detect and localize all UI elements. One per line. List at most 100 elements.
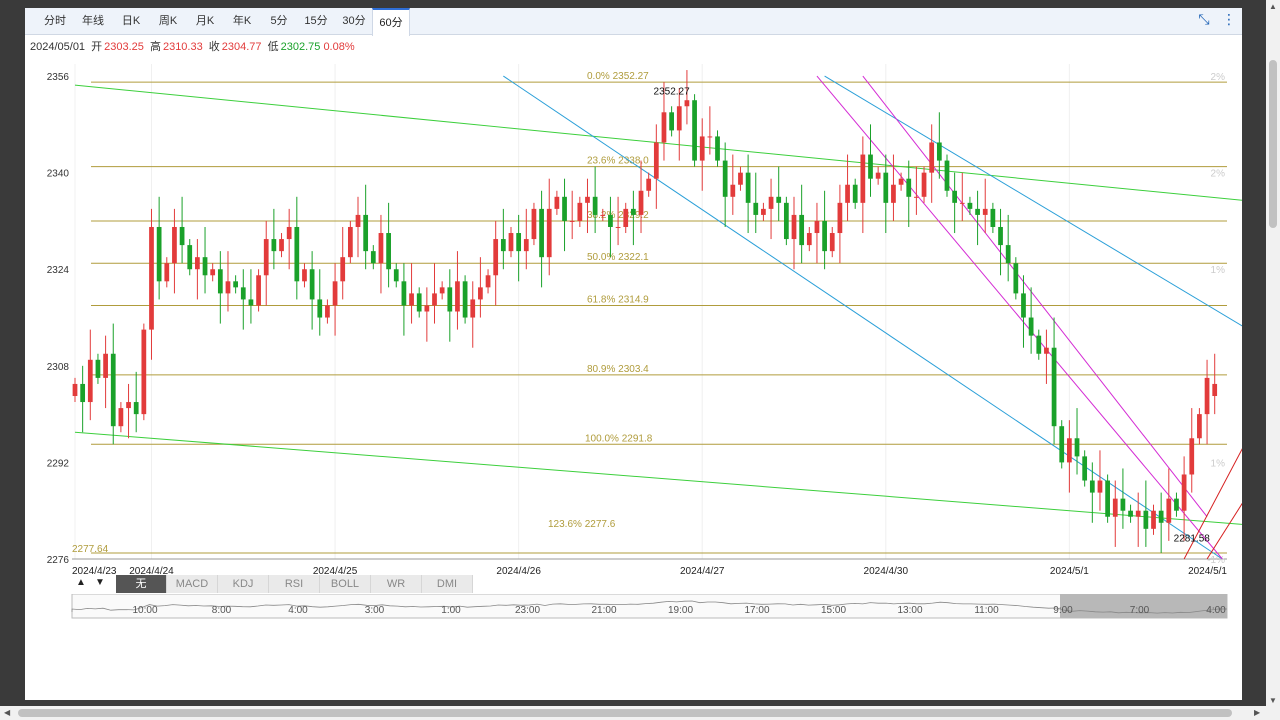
- candle-body: [822, 220, 827, 252]
- candle-body: [891, 184, 896, 203]
- candle-body: [263, 239, 269, 276]
- candle-body: [1036, 335, 1042, 354]
- indicator-tab-kdj[interactable]: KDJ: [218, 575, 269, 593]
- y-tick-label: 2340: [47, 169, 70, 180]
- vertical-scroll-thumb[interactable]: [1269, 60, 1277, 228]
- pct-label: 1%: [1211, 458, 1226, 469]
- candle-body: [1197, 414, 1202, 439]
- candle-body: [692, 100, 697, 161]
- candle-body: [730, 184, 736, 197]
- candle-body: [837, 202, 843, 234]
- candle-body: [248, 299, 254, 306]
- candle-body: [699, 136, 705, 161]
- candle-body: [898, 178, 904, 185]
- candle-body: [217, 269, 223, 294]
- indicator-tab-macd[interactable]: MACD: [167, 575, 218, 593]
- candle-body: [256, 275, 261, 306]
- chart-window: 分时 年线 日K 周K 月K 年K 5分 15分 30分 60分 ⤡ ⋮ 202…: [25, 8, 1242, 700]
- fib-level-label: 23.6% 2338.0: [587, 156, 649, 167]
- candle-body: [179, 226, 185, 246]
- candle-body: [1089, 480, 1095, 493]
- candle-body: [623, 208, 629, 227]
- candle-body: [1204, 377, 1210, 415]
- x-tick-label: 2024/5/1: [1050, 566, 1089, 577]
- candle-body: [332, 281, 338, 306]
- indicator-tab-rsi[interactable]: RSI: [269, 575, 320, 593]
- annotation-label: 2281.58: [1174, 533, 1211, 544]
- fib-level-label: 50.0% 2322.1: [587, 252, 649, 263]
- candle-body: [156, 226, 162, 282]
- candle-body: [883, 172, 889, 203]
- candle-body: [592, 196, 598, 215]
- candle-body: [585, 196, 590, 203]
- candle-body: [608, 214, 613, 227]
- scroll-right-icon[interactable]: ▶: [1254, 708, 1260, 717]
- candle-body: [432, 293, 437, 306]
- trend-line-blue: [824, 75, 1242, 327]
- indicator-tab-dmi[interactable]: DMI: [422, 575, 473, 593]
- candle-body: [1097, 480, 1103, 493]
- candle-body: [1143, 510, 1149, 529]
- candle-body: [478, 287, 483, 300]
- candle-body: [1074, 438, 1080, 457]
- candle-body: [240, 287, 246, 300]
- x-tick-label: 2024/4/30: [864, 566, 909, 577]
- candle-body: [1112, 498, 1118, 517]
- candle-body: [416, 293, 422, 312]
- scroll-left-icon[interactable]: ◀: [4, 708, 10, 717]
- candle-body: [271, 239, 277, 252]
- candle-body: [646, 178, 652, 191]
- candle-body: [967, 202, 973, 209]
- indicator-down-arrow[interactable]: ▼: [95, 577, 105, 588]
- horizontal-scrollbar[interactable]: ◀ ▶: [0, 706, 1266, 720]
- candle-body: [393, 269, 399, 282]
- indicator-up-arrow[interactable]: ▲: [76, 577, 86, 588]
- pct-label: 1%: [1211, 265, 1226, 276]
- candle-body: [845, 184, 850, 203]
- x-tick-label: 2024/4/27: [680, 566, 725, 577]
- scroll-down-icon[interactable]: ▼: [1269, 696, 1277, 705]
- pct-label: 2%: [1211, 169, 1226, 180]
- candle-body: [1158, 510, 1164, 523]
- candle-body: [761, 208, 766, 215]
- navigator-label: 23:00: [515, 605, 540, 616]
- candle-body: [638, 190, 644, 215]
- candle-body: [753, 202, 759, 215]
- candle-body: [202, 257, 208, 276]
- navigator-label: 21:00: [591, 605, 616, 616]
- indicator-tab-none[interactable]: 无: [116, 575, 167, 593]
- vertical-scrollbar[interactable]: ▲ ▼: [1266, 0, 1280, 720]
- candle-body: [210, 269, 216, 276]
- candle-body: [172, 226, 177, 264]
- candle-body: [936, 142, 942, 161]
- candle-body: [799, 214, 805, 246]
- candle-body: [87, 359, 93, 403]
- navigator-label: 11:00: [974, 605, 999, 616]
- trend-line-magenta: [862, 75, 1208, 518]
- candle-body: [225, 281, 231, 294]
- y-tick-label: 2276: [47, 555, 70, 566]
- candle-body: [615, 226, 621, 228]
- candle-body: [722, 160, 728, 197]
- time-navigator[interactable]: 10:00 8:00 4:00 3:00 1:00 23:00 21:00 19:00 17:0…: [25, 594, 1242, 624]
- candle-body: [141, 329, 147, 415]
- y-tick-label: 2324: [47, 265, 70, 276]
- candle-body: [707, 136, 713, 138]
- candle-body: [998, 226, 1003, 246]
- trend-line-red: [1206, 502, 1242, 560]
- candle-body: [286, 226, 292, 240]
- x-tick-label: 2024/5/1: [1188, 566, 1227, 577]
- candle-body: [516, 233, 522, 252]
- scroll-up-icon[interactable]: ▲: [1269, 2, 1277, 11]
- y-tick-label: 2308: [47, 362, 70, 373]
- navigator-label: 4:00: [1206, 605, 1226, 616]
- horizontal-scroll-thumb[interactable]: [18, 709, 1232, 717]
- fib-level-label: 61.8% 2314.9: [587, 294, 649, 305]
- candlestick-chart[interactable]: 2356 2340 2324 2308 2292 22762024/4/23 2024/4/…: [25, 8, 1242, 628]
- indicator-tab-boll[interactable]: BOLL: [320, 575, 371, 593]
- indicator-tab-wr[interactable]: WR: [371, 575, 422, 593]
- candle-body: [355, 214, 361, 227]
- navigator-label: 8:00: [212, 605, 232, 616]
- candle-body: [118, 408, 124, 427]
- candle-body: [1059, 426, 1065, 463]
